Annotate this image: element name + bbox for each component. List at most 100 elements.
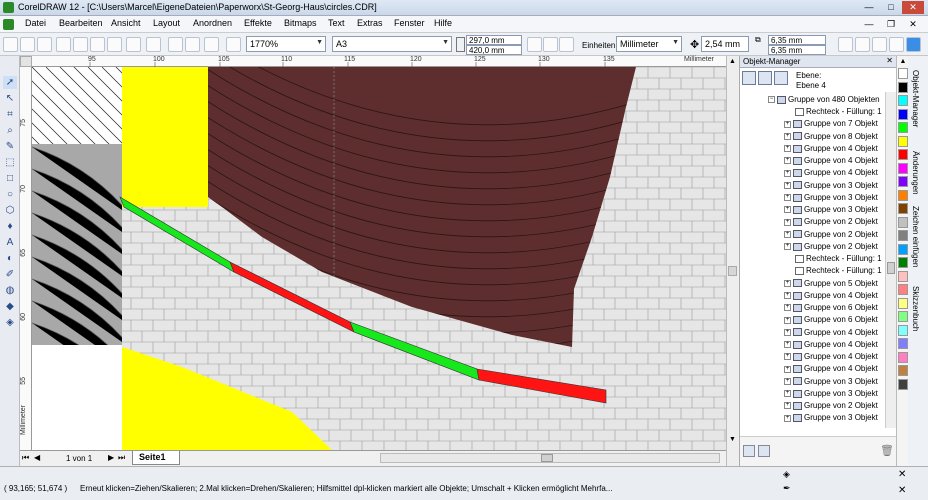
expand-icon[interactable]: + <box>784 377 791 385</box>
tree-row[interactable]: + Gruppe von 3 Objekt <box>784 389 878 401</box>
horizontal-scroll-thumb[interactable] <box>541 454 553 462</box>
all-pages-icon[interactable] <box>559 37 574 52</box>
fill-bucket-icon[interactable]: ◈ <box>783 469 793 479</box>
expand-icon[interactable]: + <box>784 206 791 214</box>
tree-row[interactable]: Rechteck - Füllung: 1 <box>793 107 882 119</box>
expand-icon[interactable]: + <box>784 132 791 140</box>
palette-swatch[interactable] <box>898 324 908 336</box>
interactive-fill-tool-icon[interactable]: ◈ <box>3 316 17 329</box>
crop-tool-icon[interactable]: ⌗ <box>3 108 17 121</box>
nudge-offset-field[interactable]: 2,54 mm <box>701 36 749 52</box>
expand-icon[interactable]: + <box>784 169 791 177</box>
tree-row[interactable]: + Gruppe von 3 Objekt <box>784 181 878 193</box>
palette-swatch[interactable] <box>898 216 908 228</box>
palette-swatch[interactable] <box>898 81 908 93</box>
expand-icon[interactable]: + <box>784 181 791 189</box>
expand-icon[interactable]: + <box>784 341 791 349</box>
palette-swatch[interactable] <box>898 257 908 268</box>
tree-row[interactable]: + Gruppe von 2 Objekt <box>784 401 878 413</box>
save-icon[interactable] <box>37 37 52 52</box>
paste-icon[interactable] <box>107 37 122 52</box>
tree-row[interactable]: + Gruppe von 4 Objekt <box>784 364 878 376</box>
zoom-level-combo[interactable]: 1770% ▼ <box>246 36 326 52</box>
pick-tool-icon[interactable]: ➚ <box>3 76 17 89</box>
tree-row[interactable]: + Gruppe von 6 Objekt <box>784 303 878 315</box>
menu-hilfe[interactable]: Hilfe <box>434 18 452 28</box>
paper-size-combo[interactable]: A3 ▼ <box>332 36 452 52</box>
treat-as-filled-icon[interactable] <box>855 37 870 52</box>
tree-row[interactable]: Rechteck - Füllung: 1 <box>793 266 882 278</box>
undo-icon[interactable] <box>126 37 141 52</box>
expand-icon[interactable]: + <box>784 292 791 300</box>
expand-icon[interactable]: + <box>784 243 791 251</box>
wireframe-icon[interactable] <box>872 37 887 52</box>
menu-extras[interactable]: Extras <box>357 18 383 28</box>
palette-swatch[interactable] <box>898 297 908 309</box>
object-tree[interactable]: − Gruppe von 480 Objekten Rechteck - Füll… <box>740 92 885 428</box>
panel-scroll-thumb[interactable] <box>887 262 895 274</box>
text-tool-icon[interactable]: A <box>3 236 17 249</box>
palette-swatch[interactable] <box>898 243 908 255</box>
outline-tool-icon[interactable]: ◍ <box>3 284 17 297</box>
tree-row-top-group[interactable]: − Gruppe von 480 Objekten <box>768 95 880 107</box>
new-layer-icon[interactable] <box>743 445 755 457</box>
export-icon[interactable] <box>185 37 200 52</box>
copy-icon[interactable] <box>90 37 105 52</box>
snap-icon[interactable] <box>906 37 921 52</box>
yellow-top-area[interactable] <box>122 67 208 207</box>
menu-anordnen[interactable]: Anordnen <box>193 18 232 28</box>
options-icon[interactable] <box>889 37 904 52</box>
vertical-ruler[interactable]: 75 70 65 60 55 Millimeter <box>20 67 32 450</box>
menu-effekte[interactable]: Effekte <box>244 18 272 28</box>
delete-icon[interactable]: 🗑 <box>880 444 894 457</box>
palette-swatch[interactable] <box>898 365 908 376</box>
first-page-icon[interactable]: ⏮ <box>22 453 29 463</box>
expand-icon[interactable]: + <box>784 414 791 422</box>
scroll-down-arrow-icon[interactable]: ▼ <box>728 436 737 445</box>
expand-icon[interactable]: + <box>784 304 791 312</box>
outline-pen-icon[interactable]: ✒ <box>783 483 793 493</box>
paper-width-field[interactable]: 297,0 mm <box>466 35 522 45</box>
last-page-icon[interactable]: ⏭ <box>118 453 125 463</box>
tree-row[interactable]: + Gruppe von 3 Objekt <box>784 193 878 205</box>
page-tab-seite1[interactable]: Seite1 <box>132 451 180 465</box>
landscape-icon[interactable] <box>543 37 558 52</box>
expand-icon[interactable]: + <box>784 230 791 238</box>
menu-layout[interactable]: Layout <box>153 18 180 28</box>
corel-online-icon[interactable] <box>226 37 241 52</box>
menu-ansicht[interactable]: Ansicht <box>111 18 141 28</box>
palette-swatch[interactable] <box>898 162 908 174</box>
palette-swatch[interactable] <box>898 149 908 160</box>
palette-swatch[interactable] <box>898 311 908 322</box>
panel-close-icon[interactable]: ✕ <box>886 56 893 65</box>
palette-swatch[interactable] <box>898 68 908 79</box>
tree-row[interactable]: Rechteck - Füllung: 1 <box>793 254 882 266</box>
portrait-icon[interactable] <box>527 37 542 52</box>
palette-swatch[interactable] <box>898 351 908 363</box>
previous-page-icon[interactable]: ◀ <box>34 453 40 462</box>
tree-row[interactable]: + Gruppe von 4 Objekt <box>784 291 878 303</box>
tree-row[interactable]: + Gruppe von 3 Objekt <box>784 413 878 425</box>
menu-bitmaps[interactable]: Bitmaps <box>284 18 317 28</box>
palette-swatch[interactable] <box>898 122 908 133</box>
expand-icon[interactable]: + <box>784 194 791 202</box>
palette-swatch[interactable] <box>898 108 908 120</box>
palette-swatch[interactable] <box>898 378 908 390</box>
ellipse-tool-icon[interactable]: ○ <box>3 188 17 201</box>
tree-row[interactable]: + Gruppe von 2 Objekt <box>784 217 878 229</box>
horizontal-scrollbar[interactable] <box>380 453 720 463</box>
document-icon[interactable] <box>3 19 14 30</box>
scroll-up-arrow-icon[interactable]: ▲ <box>728 58 737 67</box>
maximize-button[interactable]: □ <box>880 1 902 14</box>
new-master-layer-icon[interactable] <box>758 445 770 457</box>
panel-scrollbar[interactable] <box>885 92 896 428</box>
palette-swatch[interactable] <box>898 230 908 241</box>
application-launcher-icon[interactable] <box>204 37 219 52</box>
expand-icon[interactable]: + <box>784 157 791 165</box>
tree-row[interactable]: + Gruppe von 6 Objekt <box>784 315 878 327</box>
expand-icon[interactable]: + <box>784 279 791 287</box>
tree-row[interactable]: + Gruppe von 7 Objekt <box>784 119 878 131</box>
tree-row[interactable]: + Gruppe von 4 Objekt <box>784 168 878 180</box>
expand-icon[interactable]: + <box>784 353 791 361</box>
expand-icon[interactable]: + <box>784 390 791 398</box>
